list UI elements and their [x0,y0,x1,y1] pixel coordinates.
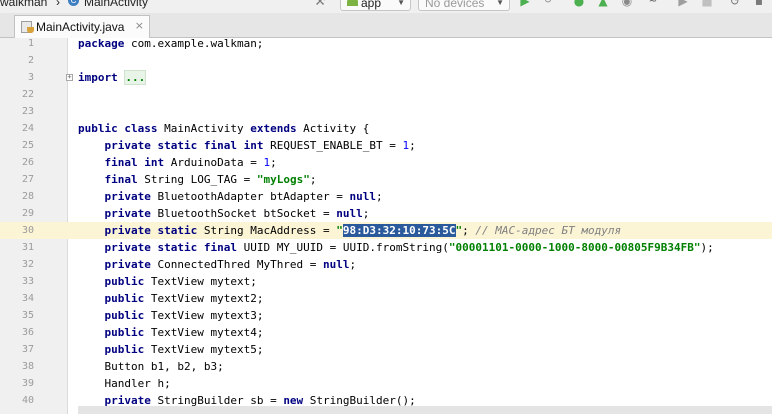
code-text: private static final int REQUEST_ENABLE_… [104,139,416,152]
hammer-icon[interactable]: ⚒ [314,0,326,9]
chevron-down-icon: ▼ [397,0,405,7]
code-text: private static final UUID MY_UUID = UUID… [104,241,714,254]
code-text: private BluetoothSocket btSocket = null; [104,207,370,220]
code-text: private static String MacAddress = "98:D… [104,224,622,237]
line-number: 32 [21,259,34,270]
line-number: 30 [21,225,34,236]
line-number: 22 [21,89,34,100]
line-number: 29 [21,208,34,219]
line-number: 26 [21,157,34,168]
class-icon: C [68,0,79,6]
debug-icon[interactable]: ● [572,0,586,7]
tab-mainactivity-java[interactable]: MainActivity.java × [14,15,150,38]
android-icon [347,0,358,6]
code-text: final String LOG_TAG = "myLogs"; [104,173,317,186]
code-text: Handler h; [78,377,171,390]
code-line: 3 + import ... [0,69,772,86]
breadcrumb-project[interactable]: walkman [0,0,47,9]
line-number: 23 [21,106,34,117]
code-line: 29 private BluetoothSocket btSocket = nu… [0,205,772,222]
line-number: 27 [21,174,34,185]
code-line: 38 Button b1, b2, b3; [0,358,772,375]
folded-imports[interactable]: ... [124,70,147,85]
line-number: 1 [27,38,34,49]
code-line: 22 [0,86,772,103]
code-text: public TextView mytext4; [104,326,264,339]
line-number: 2 [27,55,34,66]
code-line: 2 [0,52,772,69]
code-line: 28 private BluetoothAdapter btAdapter = … [0,188,772,205]
code-line: 24 public class MainActivity extends Act… [0,120,772,137]
code-line: 26 final int ArduinoData = 1; [0,154,772,171]
line-number: 34 [21,293,34,304]
profiler-icon[interactable]: ≈ [646,0,660,7]
device-select[interactable]: No devices ▼ [418,0,510,11]
line-number: 37 [21,344,34,355]
line-number: 36 [21,327,34,338]
code-line: 32 private ConnectedThred MyThred = null… [0,256,772,273]
code-text: public TextView mytext2; [104,292,264,305]
code-line: 23 [0,103,772,120]
run-icon[interactable]: ▶ [518,0,532,7]
run-configuration-select[interactable]: app ▼ [340,0,411,11]
code-text: public TextView mytext5; [104,343,264,356]
sync-icon[interactable]: ↺ [728,0,742,7]
coverage-icon[interactable]: ▶ [676,0,690,7]
code-editor[interactable]: 1 package com.example.walkman; 2 3 + imp… [0,38,772,414]
chevron-down-icon: ▼ [496,0,504,7]
code-text: Button b1, b2, b3; [78,360,224,373]
java-file-icon [21,21,34,33]
profile-icon[interactable]: ▲ [596,0,610,7]
code-line: 36 public TextView mytext4; [0,324,772,341]
run-configuration-label: app [361,0,382,10]
code-line: 27 final String LOG_TAG = "myLogs"; [0,171,772,188]
line-number: 24 [21,123,34,134]
line-number: 28 [21,191,34,202]
line-number: 40 [21,395,34,406]
editor-tab-bar: MainActivity.java × [0,13,772,38]
close-icon[interactable]: × [135,19,144,32]
code-text: final int ArduinoData = 1; [104,156,277,169]
code-line: 34 public TextView mytext2; [0,290,772,307]
device-label: No devices [425,0,485,10]
line-number: 38 [21,361,34,372]
stop-icon[interactable]: ■ [700,0,714,7]
code-text: package com.example.walkman; [78,38,264,50]
code-line: 33 public TextView mytext; [0,273,772,290]
code-line: 1 package com.example.walkman; [0,38,772,52]
breadcrumb-class[interactable]: MainActivity [84,0,148,9]
code-text: public class MainActivity extends Activi… [78,122,370,135]
code-text: public TextView mytext3; [104,309,264,322]
code-text: public TextView mytext; [104,275,257,288]
horizontal-scrollbar[interactable] [78,406,772,414]
line-number: 33 [21,276,34,287]
avd-manager-icon[interactable]: ▪ [752,0,766,7]
tab-label: MainActivity.java [36,20,125,34]
line-number: 35 [21,310,34,321]
line-number: 3 [27,72,34,83]
navigation-bar: walkman › C MainActivity ⚒ app ▼ No devi… [0,0,772,13]
code-line: 37 public TextView mytext5; [0,341,772,358]
code-text: import ... [78,70,147,85]
line-number: 39 [21,378,34,389]
code-line: 35 public TextView mytext3; [0,307,772,324]
fold-expand-icon[interactable]: + [66,74,73,81]
line-number: 25 [21,140,34,151]
code-line: 31 private static final UUID MY_UUID = U… [0,239,772,256]
apply-changes-icon[interactable]: ↻ [541,0,555,7]
line-number: 31 [21,242,34,253]
code-text: private BluetoothAdapter btAdapter = nul… [104,190,383,203]
code-line: 39 Handler h; [0,375,772,392]
selected-text[interactable]: 98:D3:32:10:73:5C [342,224,456,237]
current-line-highlight: 30 private static String MacAddress = "9… [0,222,772,239]
code-line: 25 private static final int REQUEST_ENAB… [0,137,772,154]
code-text: private ConnectedThred MyThred = null; [104,258,357,271]
attach-debugger-icon[interactable]: ◉ [620,0,634,7]
breadcrumb-separator: › [56,0,60,9]
